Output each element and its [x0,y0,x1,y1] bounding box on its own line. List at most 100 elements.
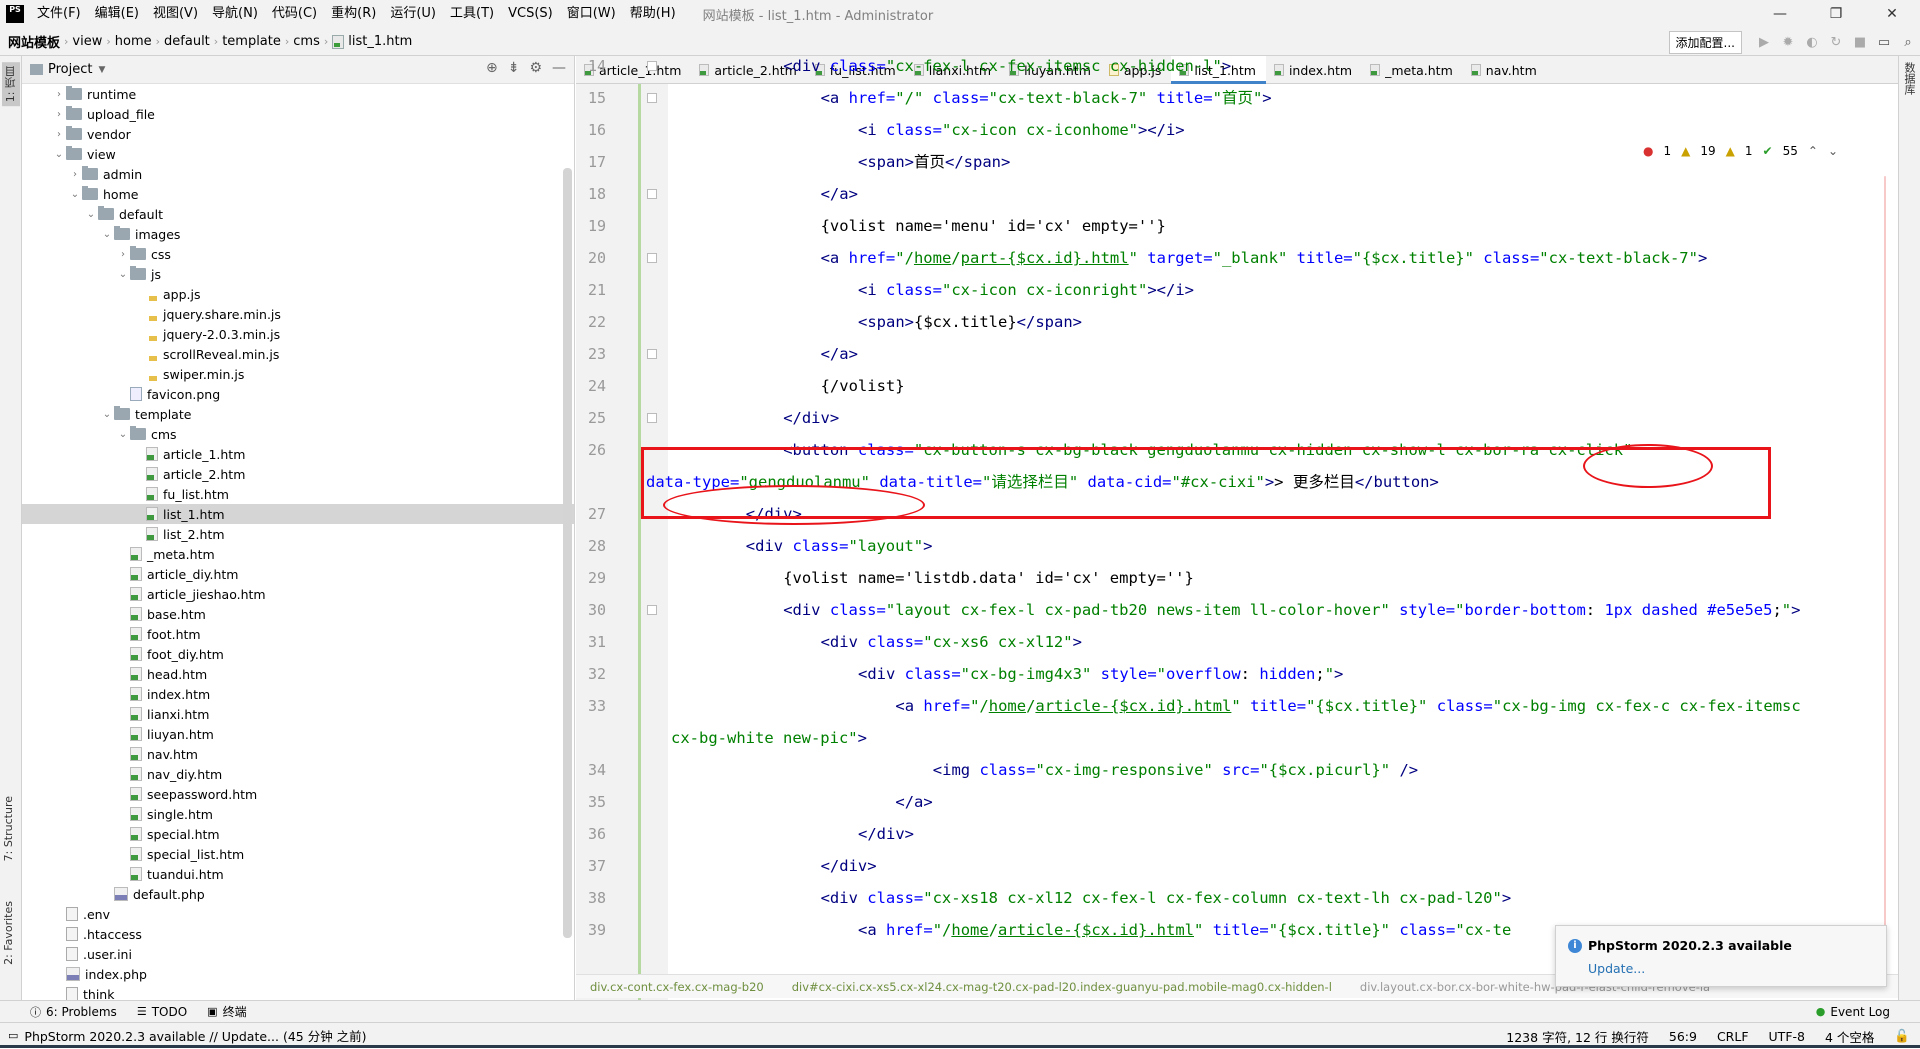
tree-item[interactable]: _meta.htm [22,544,574,564]
chevron-down-icon[interactable]: ▼ [98,65,105,75]
tree-item[interactable]: › admin [22,164,574,184]
code-line[interactable]: 34 <img class="cx-img-responsive" src="{$… [576,754,1898,786]
tree-item[interactable]: .env [22,904,574,924]
code-line[interactable]: 24 {/volist} [576,370,1898,402]
tree-item[interactable]: seepassword.htm [22,784,574,804]
tree-item[interactable]: ⌄ js [22,264,574,284]
add-configuration-button[interactable]: 添加配置... [1668,30,1742,54]
run-icon[interactable]: ▶ [1752,30,1776,54]
code-line[interactable]: 36 </div> [576,818,1898,850]
chevron-down-icon[interactable]: ⌄ [116,429,130,440]
chevron-right-icon[interactable]: › [52,89,66,100]
chevron-down-icon[interactable]: ⌄ [116,269,130,280]
tree-item[interactable]: jquery-2.0.3.min.js [22,324,574,344]
fold-marker-icon[interactable] [647,189,657,199]
fold-marker-icon[interactable] [647,61,657,71]
code-line[interactable]: 18 </a> [576,178,1898,210]
status-message[interactable]: PhpStorm 2020.2.3 available // Update...… [24,1026,366,1045]
structure-tool-tab[interactable]: 7: Structure [2,796,15,861]
tree-item[interactable]: head.htm [22,664,574,684]
close-button[interactable]: ✕ [1864,0,1920,28]
menu-item[interactable]: 重构(R) [324,0,383,28]
fold-marker-icon[interactable] [647,93,657,103]
code-line[interactable]: 33 <a href="/home/article-{$cx.id}.html" … [576,690,1898,722]
editor-scrollbar[interactable] [1884,176,1886,996]
code-area[interactable]: 14 <div class="cx-fex-l cx-fex-itemsc cx-… [576,56,1898,1001]
code-line[interactable]: cx-bg-white new-pic"> [576,722,1898,754]
chevron-down-icon[interactable]: ⌄ [100,229,114,240]
menu-item[interactable]: 窗口(W) [560,0,623,28]
code-line[interactable]: 15 <a href="/" class="cx-text-black-7" ti… [576,82,1898,114]
tree-item[interactable]: list_2.htm [22,524,574,544]
element-path-item[interactable]: div#cx-cixi.cx-xs5.cx-xl24.cx-mag-t20.cx… [778,980,1346,994]
code-line[interactable]: 14 <div class="cx-fex-l cx-fex-itemsc cx-… [576,56,1898,82]
tree-item[interactable]: ⌄ home [22,184,574,204]
minimize-button[interactable]: — [1752,0,1808,28]
tree-item[interactable]: single.htm [22,804,574,824]
fold-marker-icon[interactable] [647,253,657,263]
breadcrumb-item[interactable]: list_1.htm [348,34,412,49]
tree-item[interactable]: .user.ini [22,944,574,964]
lock-icon[interactable]: 🔓 [1894,1028,1910,1044]
code-line[interactable]: 31 <div class="cx-xs6 cx-xl12"> [576,626,1898,658]
code-line[interactable]: 23 </a> [576,338,1898,370]
problems-tab[interactable]: ⓘ 6: Problems [0,1004,127,1020]
code-line[interactable]: 19 {volist name='menu' id='cx' empty=''} [576,210,1898,242]
stop-icon[interactable]: ■ [1848,30,1872,54]
chevron-right-icon[interactable]: › [68,169,82,180]
tree-item[interactable]: .htaccess [22,924,574,944]
terminal-tab[interactable]: ▣ 终端 [197,1003,256,1020]
tree-item[interactable]: article_2.htm [22,464,574,484]
gear-icon[interactable]: ⚙ [529,60,542,76]
breadcrumb-item[interactable]: home [115,34,152,49]
tree-item[interactable]: foot_diy.htm [22,644,574,664]
tree-item[interactable]: special_list.htm [22,844,574,864]
tree-item[interactable]: ⌄ view [22,144,574,164]
chevron-right-icon[interactable]: › [52,129,66,140]
tree-item[interactable]: › runtime [22,84,574,104]
ide-layout-icon[interactable]: ▭ [1872,30,1896,54]
chevron-right-icon[interactable]: › [52,109,66,120]
fold-marker-icon[interactable] [647,349,657,359]
breadcrumb-item[interactable]: default [164,34,210,49]
breadcrumb-item[interactable]: template [222,34,281,49]
code-line[interactable]: 21 <i class="cx-icon cx-iconright"></i> [576,274,1898,306]
tree-item[interactable]: liuyan.htm [22,724,574,744]
tree-item[interactable]: ⌄ default [22,204,574,224]
maximize-button[interactable]: ❐ [1808,0,1864,28]
code-line[interactable]: 20 <a href="/home/part-{$cx.id}.html" tar… [576,242,1898,274]
tree-item[interactable]: list_1.htm [22,504,574,524]
fold-marker-icon[interactable] [647,605,657,615]
todo-tab[interactable]: ☰ TODO [127,1005,197,1019]
code-line[interactable]: 29 {volist name='listdb.data' id='cx' emp… [576,562,1898,594]
menu-item[interactable]: 运行(U) [383,0,443,28]
coverage-icon[interactable]: ◐ [1800,30,1824,54]
code-line[interactable]: 25 </div> [576,402,1898,434]
caret-position[interactable]: 56:9 [1669,1029,1697,1044]
tree-item[interactable]: article_jieshao.htm [22,584,574,604]
menu-item[interactable]: 文件(F) [30,0,88,28]
search-everywhere-icon[interactable]: ⌕ [1896,30,1920,54]
code-line[interactable]: 28 <div class="layout"> [576,530,1898,562]
menu-item[interactable]: 代码(C) [265,0,324,28]
favorites-tool-tab[interactable]: 2: Favorites [2,901,15,965]
database-tool-tab[interactable]: 数据库 [1901,62,1917,95]
breadcrumb-item[interactable]: 网站模板 [8,32,60,51]
tree-item[interactable]: nav.htm [22,744,574,764]
tree-item[interactable]: article_diy.htm [22,564,574,584]
chevron-down-icon[interactable]: ⌄ [1828,144,1838,158]
tree-item[interactable]: lianxi.htm [22,704,574,724]
debug-icon[interactable]: ✹ [1776,30,1800,54]
breadcrumb-item[interactable]: view [72,34,102,49]
tree-item[interactable]: nav_diy.htm [22,764,574,784]
element-path-item[interactable]: div.cx-cont.cx-fex.cx-mag-b20 [576,980,778,994]
code-line[interactable]: 35 </a> [576,786,1898,818]
tree-item[interactable]: foot.htm [22,624,574,644]
menu-item[interactable]: 导航(N) [205,0,265,28]
tree-item[interactable]: jquery.share.min.js [22,304,574,324]
tree-item[interactable]: article_1.htm [22,444,574,464]
tree-item[interactable]: tuandui.htm [22,864,574,884]
tree-item[interactable]: › css [22,244,574,264]
file-encoding[interactable]: UTF-8 [1769,1029,1805,1044]
fold-marker-icon[interactable] [647,413,657,423]
